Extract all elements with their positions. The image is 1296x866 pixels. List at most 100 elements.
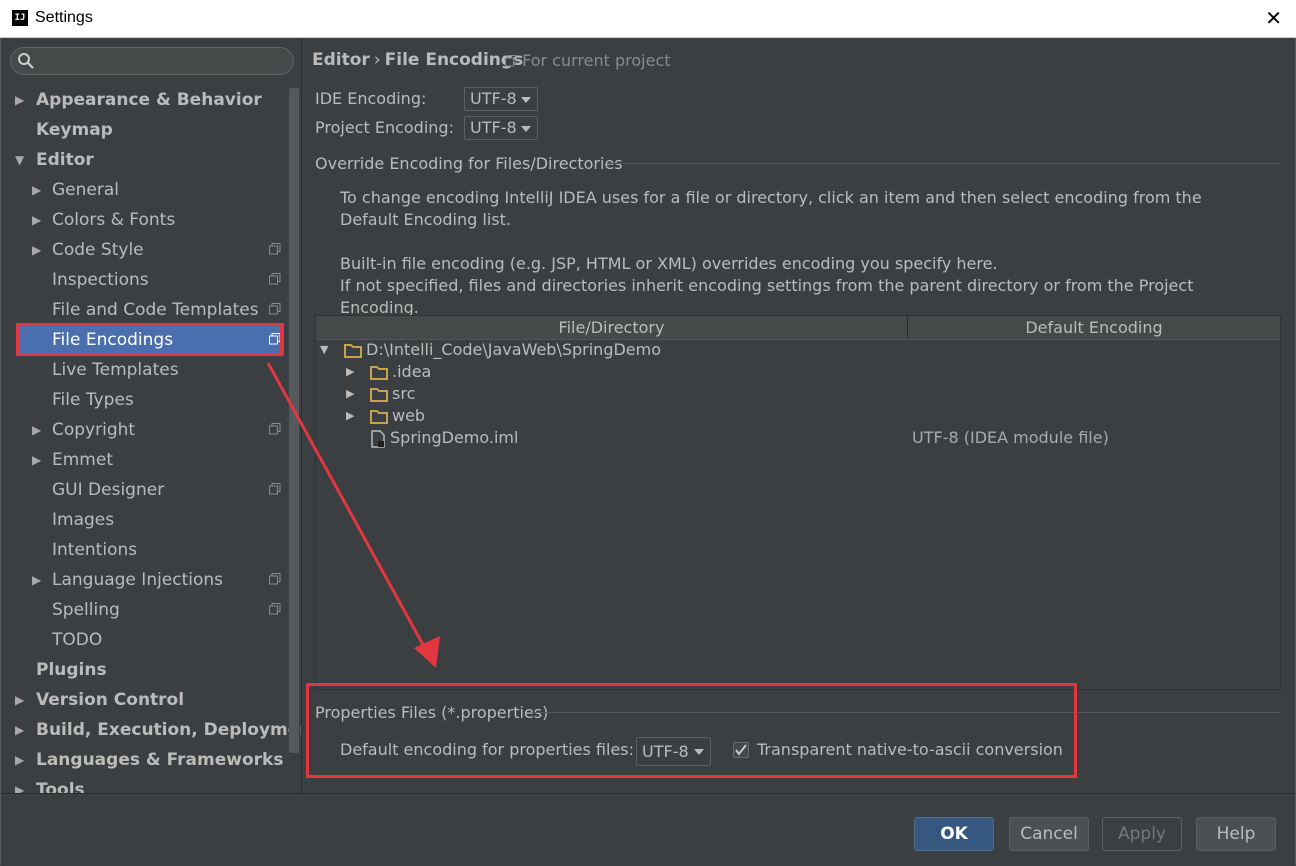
project-encoding-label: Project Encoding:: [315, 118, 454, 137]
module-file-icon: [371, 429, 385, 448]
project-settings-icon: [505, 55, 517, 67]
chevron-right-icon: ▶: [32, 243, 42, 257]
sidebar-item-gui-designer[interactable]: GUI Designer: [52, 475, 164, 505]
ok-button[interactable]: OK: [914, 817, 994, 851]
chevron-right-icon: ▶: [15, 783, 25, 793]
project-settings-icon: [269, 235, 283, 265]
sidebar-item-label: Copyright: [52, 420, 136, 440]
sidebar-item-label: Intentions: [52, 540, 138, 560]
row-file-name: D:\Intelli_Code\JavaWeb\SpringDemo: [366, 340, 662, 359]
sidebar-item-intentions[interactable]: Intentions: [52, 535, 137, 565]
folder-icon: [370, 410, 388, 424]
title-bar: IJ Settings ✕: [0, 0, 1296, 38]
ide-encoding-value: UTF-8: [470, 89, 517, 108]
table-row[interactable]: ▶ src: [346, 383, 1276, 405]
project-encoding-dropdown[interactable]: UTF-8: [464, 116, 538, 140]
override-section-title: Override Encoding for Files/Directories: [315, 154, 623, 173]
sidebar-item-label: GUI Designer: [52, 480, 165, 500]
ide-encoding-label: IDE Encoding:: [315, 89, 427, 108]
row-file-name: web: [392, 406, 426, 425]
sidebar-scrollbar[interactable]: [289, 88, 299, 753]
override-help-text-1: To change encoding IntelliJ IDEA uses fo…: [340, 188, 1202, 229]
chevron-right-icon: ▶: [15, 723, 25, 737]
table-row[interactable]: ▶ .idea: [346, 361, 1276, 383]
column-header-default-encoding[interactable]: Default Encoding: [908, 316, 1280, 339]
breadcrumb-separator: ›: [373, 50, 381, 70]
sidebar-item-plugins[interactable]: Plugins: [36, 655, 107, 685]
chevron-down-icon: ▼: [15, 153, 25, 167]
folder-icon: [344, 344, 362, 358]
sidebar-item-label: Tools: [36, 780, 85, 793]
sidebar-item-label: Keymap: [36, 120, 113, 140]
row-file-name: .idea: [392, 362, 432, 381]
project-scope-note: For current project: [505, 51, 671, 70]
chevron-right-icon: ▶: [346, 387, 355, 400]
sidebar-item-file-code-templates[interactable]: File and Code Templates: [52, 295, 259, 325]
table-header: File/Directory Default Encoding: [316, 316, 1280, 340]
folder-icon: [370, 366, 388, 380]
breadcrumb-current: File Encodings: [384, 50, 524, 70]
project-settings-icon: [269, 565, 283, 595]
sidebar-item-label: General: [52, 180, 119, 200]
chevron-down-icon: ▼: [320, 343, 329, 356]
sidebar-item-images[interactable]: Images: [52, 505, 114, 535]
project-settings-icon: [269, 475, 283, 505]
sidebar-item-label: Emmet: [52, 450, 113, 470]
chevron-right-icon: ▶: [32, 183, 42, 197]
sidebar-item-file-types[interactable]: File Types: [52, 385, 134, 415]
breadcrumb-parent: Editor: [312, 50, 370, 70]
override-help-text-2: Built-in file encoding (e.g. JSP, HTML o…: [340, 254, 998, 273]
chevron-right-icon: ▶: [15, 753, 25, 767]
annotation-highlight-box: [306, 683, 1077, 778]
window-title: Settings: [35, 9, 93, 26]
close-icon[interactable]: ✕: [1265, 6, 1282, 30]
table-row[interactable]: ▼ D:\Intelli_Code\JavaWeb\SpringDemo: [320, 339, 1276, 361]
sidebar-item-todo[interactable]: TODO: [52, 625, 102, 655]
chevron-right-icon: ▶: [15, 693, 25, 707]
sidebar-item-label: Language Injections: [52, 570, 224, 590]
section-divider: [607, 163, 1280, 164]
ide-encoding-dropdown[interactable]: UTF-8: [464, 87, 538, 111]
sidebar-item-label: File and Code Templates: [52, 300, 259, 320]
sidebar-item-label: Inspections: [52, 270, 149, 290]
sidebar-item-spelling[interactable]: Spelling: [52, 595, 120, 625]
sidebar-item-label: Version Control: [36, 690, 185, 710]
settings-sidebar: ▶ Appearance & Behavior Keymap ▼ Editor …: [1, 38, 302, 793]
project-settings-icon: [269, 265, 283, 295]
sidebar-item-inspections[interactable]: Inspections: [52, 265, 149, 295]
project-encoding-value: UTF-8: [470, 118, 517, 137]
sidebar-item-label: Languages & Frameworks: [36, 750, 284, 770]
row-encoding[interactable]: UTF-8 (IDEA module file): [912, 427, 1109, 449]
project-settings-icon: [269, 595, 283, 625]
sidebar-item-label: File Types: [52, 390, 134, 410]
chevron-right-icon: ▶: [32, 423, 42, 437]
dropdown-arrow-icon: [521, 97, 531, 103]
row-file-name: src: [392, 384, 416, 403]
project-scope-label: For current project: [522, 51, 671, 70]
dialog-button-bar: OK Cancel Apply Help: [1, 793, 1295, 866]
encoding-table[interactable]: File/Directory Default Encoding ▼ D:\Int…: [315, 315, 1281, 690]
table-row[interactable]: SpringDemo.iml UTF-8 (IDEA module file): [346, 427, 1276, 449]
apply-button[interactable]: Apply: [1102, 817, 1182, 851]
chevron-right-icon: ▶: [32, 453, 42, 467]
chevron-right-icon: ▶: [346, 365, 355, 378]
sidebar-item-label: Appearance & Behavior: [36, 90, 262, 110]
row-file-name: SpringDemo.iml: [390, 428, 519, 447]
sidebar-item-label: TODO: [52, 630, 103, 650]
sidebar-item-label: Colors & Fonts: [52, 210, 176, 230]
column-header-file-directory[interactable]: File/Directory: [316, 316, 907, 339]
cancel-button[interactable]: Cancel: [1009, 817, 1089, 851]
table-row[interactable]: ▶ web: [346, 405, 1276, 427]
sidebar-item-label: Editor: [36, 150, 94, 170]
sidebar-item-label: Spelling: [52, 600, 120, 620]
folder-icon: [370, 388, 388, 402]
chevron-right-icon: ▶: [346, 409, 355, 422]
chevron-right-icon: ▶: [32, 213, 42, 227]
sidebar-item-label: Images: [52, 510, 115, 530]
sidebar-item-label: Live Templates: [52, 360, 179, 380]
sidebar-item-keymap[interactable]: Keymap: [36, 115, 113, 145]
override-help-text-3: If not specified, files and directories …: [340, 276, 1194, 317]
sidebar-item-live-templates[interactable]: Live Templates: [52, 355, 179, 385]
help-button[interactable]: Help: [1196, 817, 1276, 851]
settings-search-input[interactable]: [10, 47, 294, 75]
